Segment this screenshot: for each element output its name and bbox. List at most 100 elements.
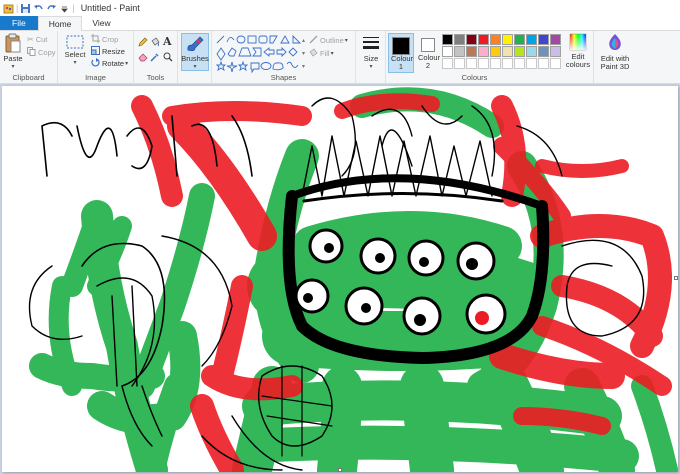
- palette-swatch[interactable]: [478, 34, 489, 45]
- brushes-button[interactable]: Brushes ▾: [181, 33, 209, 71]
- cut-button[interactable]: ✂ Cut: [27, 35, 47, 44]
- fill-button[interactable]: Fill ▾: [309, 48, 334, 59]
- palette-swatch[interactable]: [442, 46, 453, 57]
- palette-swatch[interactable]: [538, 46, 549, 57]
- magnifier-icon[interactable]: [163, 52, 173, 64]
- pencil-icon[interactable]: [138, 37, 148, 49]
- shapes-group-label: Shapes: [270, 73, 297, 82]
- ribbon-tabs: File Home View: [0, 16, 680, 31]
- palette-swatch[interactable]: [478, 58, 489, 69]
- resize-icon: [91, 46, 100, 57]
- edit-with-paint3d-button[interactable]: Edit with Paint 3D: [596, 33, 634, 71]
- palette-swatch[interactable]: [466, 34, 477, 45]
- size-button[interactable]: Size ▾: [359, 35, 383, 71]
- title-bar: | | Untitled - Paint: [0, 0, 680, 16]
- scissors-icon: ✂: [27, 35, 34, 44]
- undo-icon[interactable]: [33, 3, 44, 14]
- palette-swatch[interactable]: [550, 58, 561, 69]
- palette-swatch[interactable]: [454, 46, 465, 57]
- colour-picker-icon[interactable]: [150, 52, 160, 64]
- palette-swatch[interactable]: [490, 58, 501, 69]
- crop-button[interactable]: Crop: [91, 34, 118, 45]
- palette-swatch[interactable]: [490, 34, 501, 45]
- fill-icon: [309, 48, 318, 59]
- resize-handle-right[interactable]: [674, 276, 678, 280]
- shapes-group: ▴ ▾ ▾ Outline ▾ Fill ▾ Shapes: [212, 31, 356, 84]
- colour2-button[interactable]: Colour 2: [416, 33, 440, 73]
- cut-label: Cut: [35, 35, 48, 44]
- chevron-down-icon: ▾: [193, 64, 197, 70]
- paint3d-group: Edit with Paint 3D: [594, 31, 634, 84]
- select-button[interactable]: Select ▾: [64, 35, 86, 67]
- clipboard-group: Paste ▾ ✂ Cut Copy Clipboard: [0, 31, 58, 84]
- customize-toolbar-icon[interactable]: [59, 3, 70, 14]
- resize-label: Resize: [102, 47, 125, 56]
- palette-swatch[interactable]: [526, 46, 537, 57]
- tab-home[interactable]: Home: [37, 16, 83, 31]
- palette-swatch[interactable]: [526, 58, 537, 69]
- tab-view[interactable]: View: [82, 16, 120, 30]
- paste-label: Paste: [3, 54, 23, 63]
- canvas-workspace: [0, 84, 680, 474]
- shapes-scroll[interactable]: ▴ ▾ ▾: [302, 35, 305, 74]
- palette-swatch[interactable]: [550, 46, 561, 57]
- rotate-button[interactable]: Rotate ▾: [91, 58, 128, 69]
- image-group: Select ▾ Crop Resize Rotate ▾ Image: [58, 31, 134, 84]
- tools-group-label: Tools: [146, 73, 165, 82]
- palette-swatch[interactable]: [502, 46, 513, 57]
- ribbon: Paste ▾ ✂ Cut Copy Clipboard Select ▾ Cr…: [0, 31, 680, 84]
- edit-colours-label: Edit colours: [565, 52, 591, 69]
- colour1-swatch: [392, 37, 410, 55]
- paint-window: | | Untitled - Paint File Home View Past…: [0, 0, 680, 474]
- fill-label: Fill: [320, 49, 330, 58]
- shapes-gallery[interactable]: [215, 34, 303, 74]
- chevron-down-icon: ▾: [73, 60, 77, 66]
- tools-group: A Tools: [134, 31, 178, 84]
- palette-swatch[interactable]: [502, 58, 513, 69]
- palette-swatch[interactable]: [526, 34, 537, 45]
- palette-swatch[interactable]: [454, 58, 465, 69]
- brush-icon: [185, 35, 205, 55]
- redo-icon[interactable]: [46, 3, 57, 14]
- palette-swatch[interactable]: [478, 46, 489, 57]
- fill-bucket-icon[interactable]: [150, 37, 160, 49]
- palette-swatch[interactable]: [538, 58, 549, 69]
- edit-paint3d-label: Edit with Paint 3D: [600, 54, 630, 71]
- resize-button[interactable]: Resize: [91, 46, 125, 57]
- chevron-down-icon: ▾: [11, 64, 15, 70]
- paste-button[interactable]: Paste ▾: [2, 33, 24, 71]
- save-icon[interactable]: [20, 3, 31, 14]
- palette-swatch[interactable]: [514, 46, 525, 57]
- palette-swatch[interactable]: [514, 34, 525, 45]
- resize-handle-bottom[interactable]: [338, 468, 342, 472]
- colour1-button[interactable]: Colour 1: [388, 33, 414, 73]
- colour1-label: Colour 1: [391, 54, 414, 71]
- tab-file[interactable]: File: [0, 16, 38, 30]
- palette-swatch[interactable]: [466, 58, 477, 69]
- edit-colours-button[interactable]: Edit colours: [563, 33, 593, 69]
- colours-group-label: Colours: [461, 73, 488, 82]
- text-tool-icon[interactable]: A: [163, 35, 172, 48]
- palette-swatch[interactable]: [490, 46, 501, 57]
- drawing-canvas[interactable]: [2, 86, 678, 472]
- select-label: Select: [64, 50, 86, 59]
- eraser-icon[interactable]: [138, 52, 148, 64]
- palette-swatch[interactable]: [514, 58, 525, 69]
- palette-swatch[interactable]: [442, 34, 453, 45]
- quick-access-toolbar: | |: [0, 3, 75, 14]
- palette-swatch[interactable]: [454, 34, 465, 45]
- palette-swatch[interactable]: [550, 34, 561, 45]
- outline-button[interactable]: Outline ▾: [309, 35, 348, 46]
- copy-button[interactable]: Copy: [27, 47, 56, 58]
- size-label: Size: [363, 54, 379, 63]
- rotate-label: Rotate: [102, 59, 125, 68]
- clipboard-group-label: Clipboard: [12, 73, 45, 82]
- line-size-icon: [362, 35, 380, 55]
- palette-swatch[interactable]: [466, 46, 477, 57]
- chevron-down-icon: ▾: [344, 38, 348, 44]
- selection-rectangle-icon: [66, 35, 84, 51]
- drawing-artwork: [28, 87, 678, 472]
- palette-swatch[interactable]: [442, 58, 453, 69]
- palette-swatch[interactable]: [538, 34, 549, 45]
- palette-swatch[interactable]: [502, 34, 513, 45]
